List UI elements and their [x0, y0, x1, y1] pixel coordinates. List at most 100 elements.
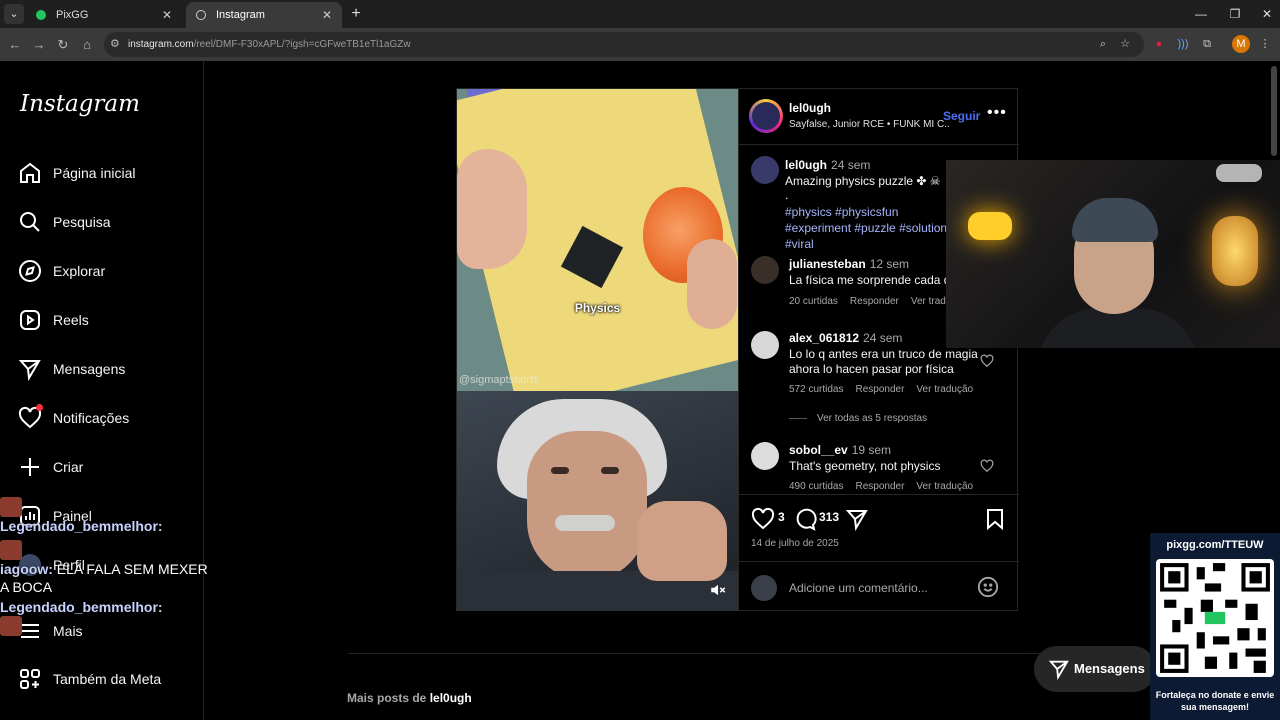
like-comment-heart-icon[interactable] — [980, 459, 994, 473]
donation-qr-panel: pixgg.com/TTEUW Fortaleça no donate e en… — [1150, 533, 1280, 720]
messages-float-button[interactable]: Mensagens — [1034, 646, 1156, 692]
post-actions: 3 313 14 de julho de 2025 — [739, 494, 1019, 611]
new-tab-button[interactable]: + — [346, 4, 366, 24]
author-avatar[interactable] — [749, 99, 783, 133]
close-tab-icon[interactable]: ✕ — [322, 2, 332, 28]
author-username[interactable]: lel0ugh — [789, 101, 831, 115]
share-send-icon[interactable] — [845, 507, 869, 531]
nav-label: Mensagens — [53, 361, 126, 377]
close-window-button[interactable]: ✕ — [1250, 0, 1280, 28]
add-comment-bar — [739, 561, 1019, 612]
webcam-cap — [1072, 198, 1158, 242]
minimize-button[interactable]: — — [1184, 0, 1218, 28]
comment-user[interactable]: sobol__ev 19 sem — [789, 443, 891, 457]
nav-label: Explorar — [53, 263, 106, 279]
caption-user[interactable]: lel0ugh 24 sem — [785, 158, 870, 172]
my-avatar — [751, 575, 777, 601]
follow-button[interactable]: Seguir — [943, 109, 980, 123]
chat-username: Legendado_bemmelhor: — [0, 598, 163, 615]
pixgg-favicon-icon — [36, 10, 46, 20]
translate-button[interactable]: Ver tradução — [916, 481, 973, 492]
comment-user[interactable]: julianesteban 12 sem — [789, 257, 909, 271]
comment-bubble-icon[interactable] — [793, 507, 817, 531]
nav-notifications[interactable]: Notificações — [18, 400, 198, 436]
like-count[interactable]: 3 — [778, 510, 785, 524]
extension-record-icon[interactable]: ● — [1150, 35, 1168, 53]
nav-home[interactable]: Página inicial — [18, 155, 198, 191]
nav-also-from-meta[interactable]: Também da Meta — [18, 661, 198, 697]
comment-avatar[interactable] — [751, 256, 779, 284]
nav-reels[interactable]: Reels — [18, 302, 198, 338]
save-bookmark-icon[interactable] — [983, 507, 1007, 531]
nav-label: Página inicial — [53, 165, 136, 181]
author-avatar[interactable] — [751, 156, 779, 184]
translate-button[interactable]: Ver tradução — [916, 384, 973, 395]
reply-button[interactable]: Responder — [850, 296, 899, 307]
video-thumb — [687, 239, 737, 329]
maximize-button[interactable]: ❐ — [1218, 0, 1252, 28]
donation-url: pixgg.com/TTEUW — [1166, 539, 1264, 551]
caption-hashtags[interactable]: #physics #physicsfun #experiment #puzzle… — [785, 204, 955, 252]
video-face — [527, 431, 647, 581]
nav-label: Reels — [53, 312, 89, 328]
address-bar[interactable]: ⚙ instagram.com/reel/DMF-F30xAPL/?igsh=c… — [104, 32, 1144, 57]
chat-username: Legendado_bemmelhor: — [0, 518, 163, 535]
more-options-icon[interactable]: ••• — [987, 104, 1007, 122]
nav-messages[interactable]: Mensagens — [18, 351, 198, 387]
webcam-lamp — [968, 212, 1012, 240]
chat-line: iagoow: ELA FALA SEM MEXER A BOCA — [0, 539, 210, 595]
forward-button[interactable]: → — [28, 34, 50, 56]
comment-count[interactable]: 313 — [819, 510, 839, 524]
more-posts-user[interactable]: lel0ugh — [430, 691, 472, 705]
page-scrollbar[interactable] — [1271, 66, 1277, 156]
tab-pixgg[interactable]: PixGG ✕ — [26, 2, 182, 28]
messages-label: Mensagens — [1074, 661, 1145, 676]
more-posts-heading: Mais posts de lel0ugh — [347, 691, 472, 705]
post-date: 14 de julho de 2025 — [751, 538, 839, 549]
nav-search[interactable]: Pesquisa — [18, 204, 198, 240]
tab-instagram[interactable]: Instagram ✕ — [186, 2, 342, 28]
nav-create[interactable]: Criar — [18, 449, 198, 485]
audio-track[interactable]: Sayfalse, Junior RCE • FUNK MI C... — [789, 119, 949, 130]
reel-video[interactable]: Physics @sigmaptshorts — [457, 89, 738, 611]
meta-icon — [20, 669, 40, 689]
reload-button[interactable]: ↻ — [52, 34, 74, 56]
comment-likes[interactable]: 572 curtidas — [789, 384, 843, 395]
comment-input[interactable] — [789, 576, 969, 600]
extension-audio-icon[interactable]: ))) — [1174, 35, 1192, 53]
browser-menu-icon[interactable]: ⋮ — [1256, 35, 1274, 53]
reply-button[interactable]: Responder — [855, 481, 904, 492]
like-comment-heart-icon[interactable] — [980, 354, 994, 368]
comment-avatar[interactable] — [751, 331, 779, 359]
comment-likes[interactable]: 20 curtidas — [789, 296, 838, 307]
zoom-icon[interactable]: ⌕ — [1094, 35, 1112, 53]
view-replies-button[interactable]: Ver todas as 5 respostas — [789, 413, 927, 424]
site-info-icon[interactable]: ⚙ — [110, 38, 123, 51]
home-button[interactable]: ⌂ — [76, 34, 98, 56]
video-hand — [457, 149, 527, 269]
post-modal: Physics @sigmaptshorts lel0ugh Sayfalse, — [456, 88, 1019, 611]
video-eye — [601, 467, 619, 474]
profile-avatar[interactable]: M — [1232, 35, 1250, 53]
emoji-icon[interactable] — [977, 576, 999, 598]
muted-speaker-icon[interactable] — [709, 581, 727, 599]
send-icon — [1048, 660, 1069, 680]
webcam-car — [1216, 164, 1262, 182]
url-text: instagram.com/reel/DMF-F30xAPL/?igsh=cGF… — [128, 39, 411, 50]
bookmark-star-icon[interactable]: ☆ — [1116, 35, 1134, 53]
close-tab-icon[interactable]: ✕ — [162, 2, 172, 28]
comment-text: That's geometry, not physics — [789, 459, 941, 473]
like-heart-icon[interactable] — [751, 507, 775, 531]
comment-likes[interactable]: 490 curtidas — [789, 481, 843, 492]
comment-avatar[interactable] — [751, 442, 779, 470]
webcam-lamp — [1212, 216, 1258, 286]
back-button[interactable]: ← — [4, 34, 26, 56]
chat-avatar — [0, 615, 22, 636]
comment-user[interactable]: alex_061812 24 sem — [789, 331, 902, 345]
instagram-logo[interactable]: Instagram — [20, 91, 140, 117]
qr-pattern — [1160, 563, 1270, 673]
tab-search-button[interactable]: ⌄ — [4, 4, 24, 24]
extensions-puzzle-icon[interactable]: ⧉ — [1198, 35, 1216, 53]
reply-button[interactable]: Responder — [855, 384, 904, 395]
nav-explore[interactable]: Explorar — [18, 253, 198, 289]
